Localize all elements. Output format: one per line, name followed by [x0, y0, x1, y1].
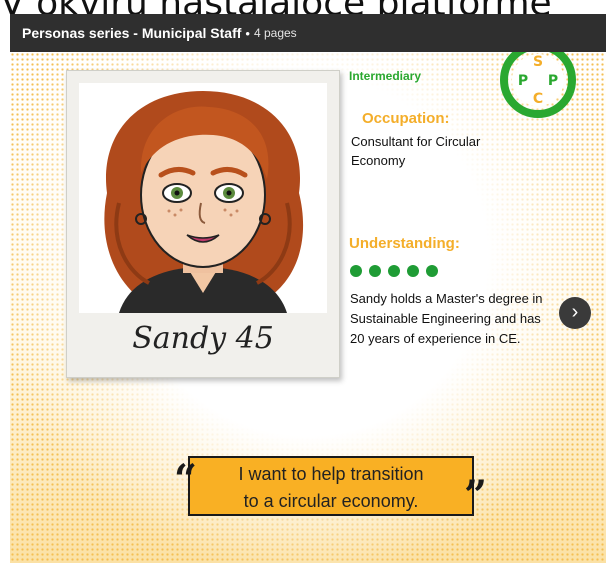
occupation-label: Occupation:	[362, 110, 450, 127]
persona-avatar	[79, 83, 327, 313]
logo-letter-p-right: P	[548, 73, 558, 89]
next-page-button[interactable]: ›	[559, 297, 591, 329]
rating-dot	[426, 265, 438, 277]
rating-dot	[350, 265, 362, 277]
logo-letter-p-left: P	[518, 73, 528, 89]
quote-line-2: to a circular economy.	[243, 491, 419, 511]
document-title[interactable]: Personas series - Municipal Staff	[22, 25, 241, 41]
logo-letter-s: S	[533, 54, 543, 70]
understanding-label: Understanding:	[349, 235, 460, 252]
understanding-rating	[350, 265, 438, 277]
persona-card: Sandy 45 Intermediary S P P C Occupation…	[10, 52, 606, 563]
occupation-value: Consultant for Circular Economy	[351, 134, 481, 168]
page-count: 4 pages	[253, 26, 297, 40]
persona-level: Intermediary	[349, 69, 422, 83]
rating-dot	[407, 265, 419, 277]
understanding-description: Sandy holds a Master's degree in Sustain…	[350, 291, 543, 346]
close-quote-icon: ”	[464, 472, 488, 519]
quote-box: I want to help transition to a circular …	[188, 456, 474, 516]
logo-letter-c: C	[533, 91, 543, 107]
document-title-bar: Personas series - Municipal Staff • 4 pa…	[10, 14, 606, 52]
rating-dot	[369, 265, 381, 277]
persona-signature: Sandy 45	[132, 321, 274, 356]
rating-dot	[388, 265, 400, 277]
persona-polaroid: Sandy 45	[66, 70, 340, 378]
chevron-right-icon: ›	[571, 301, 579, 323]
title-separator: •	[245, 25, 250, 41]
quote-line-1: I want to help transition	[238, 464, 424, 484]
persona-quote: I want to help transition to a circular …	[174, 452, 498, 522]
spp-logo: S P P C	[496, 52, 580, 122]
open-quote-icon: “	[174, 456, 198, 503]
